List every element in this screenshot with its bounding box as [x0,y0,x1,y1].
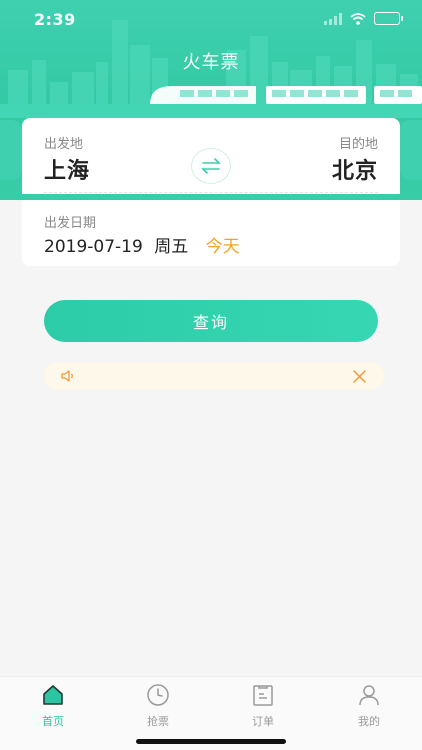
to-label: 目的地 [338,137,378,152]
card-divider [44,192,378,193]
close-icon[interactable] [353,370,366,383]
tab-label-profile: 我的 [358,715,380,728]
battery-icon [374,12,403,25]
home-indicator[interactable] [136,739,286,744]
from-label: 出发地 [44,137,84,152]
left-edge-tab [0,120,22,180]
right-edge-tab [400,120,422,180]
order-icon [253,685,273,706]
date-value: 2019-07-19 [44,237,143,257]
tab-home[interactable]: 首页 [23,683,83,729]
departure-date[interactable]: 2019-07-19 周五 今天 [44,232,246,257]
status-bar: 2:39 [0,0,422,40]
tab-label-home: 首页 [42,715,64,728]
tab-label-orders: 订单 [252,715,274,728]
notice-banner [44,362,384,390]
cellular-signal-icon [324,12,342,25]
status-icons [324,12,403,25]
rail-track [0,104,422,118]
tab-grab-tickets[interactable]: 抢票 [128,683,188,729]
to-city[interactable]: 北京 [332,153,378,185]
swap-cities-button[interactable] [191,148,231,184]
tab-orders[interactable]: 订单 [233,683,293,729]
page-title: 火车票 [182,52,240,73]
tab-label-grab-tickets: 抢票 [147,715,169,728]
date-weekday: 周五 [154,237,189,257]
search-button[interactable]: 查询 [44,300,378,342]
home-icon [43,685,63,705]
wifi-icon [350,12,366,25]
date-label: 出发日期 [44,216,97,231]
clock-icon [147,684,169,706]
date-relative: 今天 [205,237,240,257]
user-icon [359,685,379,706]
from-city[interactable]: 上海 [44,153,90,185]
speaker-icon [61,370,73,382]
tab-profile[interactable]: 我的 [339,683,399,729]
swap-arrows-icon [201,158,221,174]
status-time: 2:39 [34,10,76,29]
